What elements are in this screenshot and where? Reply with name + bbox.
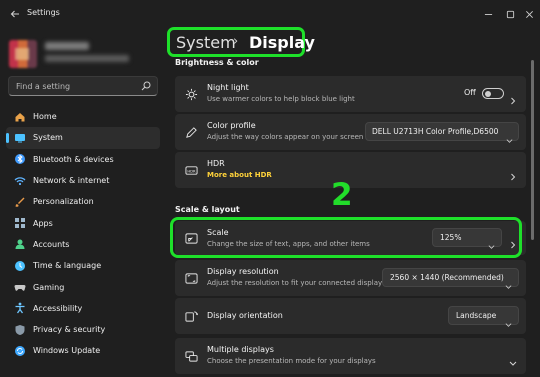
gamepad-icon bbox=[14, 281, 26, 293]
sidebar-item-label: Accessibility bbox=[33, 303, 83, 313]
brush-icon bbox=[14, 196, 26, 208]
sidebar-item-label: Bluetooth & devices bbox=[33, 154, 114, 164]
maximize-icon[interactable] bbox=[502, 6, 518, 22]
wifi-icon bbox=[14, 175, 26, 187]
breadcrumb-system[interactable]: System bbox=[176, 33, 236, 52]
profile-email-redacted bbox=[45, 55, 129, 62]
display-resolution-title: Display resolution bbox=[207, 267, 279, 276]
hdr-icon: HDR bbox=[184, 163, 198, 177]
search-input[interactable]: Find a setting bbox=[16, 82, 70, 91]
sidebar-item-label: Personalization bbox=[33, 197, 94, 207]
color-profile-value: DELL U2713H Color Profile,D6500 bbox=[372, 127, 499, 136]
more-about-hdr-link[interactable]: More about HDR bbox=[207, 171, 272, 179]
shield-icon bbox=[14, 324, 26, 336]
night-light-state: Off bbox=[464, 88, 476, 97]
display-orientation-value: Landscape bbox=[456, 311, 497, 320]
sidebar-item-windows-update[interactable]: Windows Update bbox=[6, 340, 160, 361]
night-light-title: Night light bbox=[207, 83, 249, 92]
sidebar-item-home[interactable]: Home bbox=[6, 106, 160, 127]
accessibility-icon bbox=[14, 302, 26, 314]
svg-text:HDR: HDR bbox=[187, 169, 196, 173]
settings-window: Settings Find a setting Home System Blue… bbox=[0, 0, 540, 377]
step-number-annotation: 2 bbox=[331, 177, 353, 213]
sidebar-item-label: Apps bbox=[33, 218, 53, 228]
multiple-displays-subtitle: Choose the presentation mode for your di… bbox=[207, 357, 376, 365]
search-box[interactable]: Find a setting bbox=[8, 76, 158, 96]
section-brightness-color: Brightness & color bbox=[175, 58, 259, 67]
sidebar-item-label: Home bbox=[33, 112, 57, 122]
section-scale-layout: Scale & layout bbox=[175, 205, 240, 214]
profile-name-redacted bbox=[45, 42, 89, 50]
sidebar-item-personalization[interactable]: Personalization bbox=[6, 191, 160, 212]
home-icon bbox=[14, 111, 26, 123]
sidebar-item-bluetooth[interactable]: Bluetooth & devices bbox=[6, 149, 160, 170]
display-resolution-value: 2560 × 1440 (Recommended) bbox=[390, 273, 504, 282]
display-orientation-dropdown[interactable]: Landscape bbox=[448, 306, 519, 327]
accounts-icon bbox=[14, 238, 26, 250]
sidebar-item-network[interactable]: Network & internet bbox=[6, 170, 160, 191]
chevron-right-icon bbox=[509, 90, 517, 105]
apps-icon bbox=[14, 217, 26, 229]
sidebar-item-label: Windows Update bbox=[33, 346, 101, 356]
sidebar-nav: Home System Bluetooth & devices Network … bbox=[6, 106, 160, 362]
scale-highlight bbox=[170, 217, 522, 258]
breadcrumb-separator: › bbox=[233, 34, 239, 49]
scrollbar[interactable] bbox=[531, 60, 534, 240]
bluetooth-icon bbox=[14, 153, 26, 165]
back-arrow-icon[interactable] bbox=[6, 5, 24, 23]
night-light-card[interactable]: Night light Use warmer colors to help bl… bbox=[175, 76, 526, 112]
chevron-down-icon bbox=[509, 352, 517, 366]
sidebar-item-label: Time & language bbox=[33, 261, 102, 271]
page-title: Display bbox=[249, 33, 315, 52]
search-icon bbox=[141, 81, 151, 91]
chevron-down-icon bbox=[506, 129, 513, 143]
sidebar-item-time-language[interactable]: Time & language bbox=[6, 255, 160, 276]
brightness-icon bbox=[184, 87, 198, 101]
globe-clock-icon bbox=[14, 260, 26, 272]
display-resolution-subtitle: Adjust the resolution to fit your connec… bbox=[207, 279, 383, 287]
update-icon bbox=[14, 345, 26, 357]
color-profile-card[interactable]: Color profile Adjust the way colors appe… bbox=[175, 114, 526, 150]
sidebar-item-accessibility[interactable]: Accessibility bbox=[6, 298, 160, 319]
breadcrumb: System › Display bbox=[167, 27, 315, 57]
chevron-down-icon bbox=[505, 313, 512, 327]
orientation-icon bbox=[184, 309, 198, 323]
display-resolution-card[interactable]: Display resolution Adjust the resolution… bbox=[175, 260, 526, 296]
display-resolution-dropdown[interactable]: 2560 × 1440 (Recommended) bbox=[382, 268, 519, 289]
multiple-displays-card[interactable]: Multiple displays Choose the presentatio… bbox=[175, 338, 526, 374]
sidebar-item-privacy[interactable]: Privacy & security bbox=[6, 319, 160, 340]
sidebar-item-accounts[interactable]: Accounts bbox=[6, 234, 160, 255]
sidebar-item-label: Gaming bbox=[33, 282, 65, 292]
sidebar-item-gaming[interactable]: Gaming bbox=[6, 276, 160, 297]
avatar bbox=[9, 40, 37, 68]
chevron-down-icon bbox=[505, 275, 512, 289]
sidebar-item-label: System bbox=[33, 133, 63, 143]
night-light-subtitle: Use warmer colors to help block blue lig… bbox=[207, 95, 355, 103]
sidebar-item-label: Privacy & security bbox=[33, 325, 106, 335]
color-profile-subtitle: Adjust the way colors appear on your scr… bbox=[207, 133, 364, 141]
sidebar-item-label: Accounts bbox=[33, 239, 70, 249]
color-profile-title: Color profile bbox=[207, 121, 256, 130]
chevron-right-icon bbox=[509, 166, 517, 181]
pen-icon bbox=[184, 125, 198, 139]
sidebar-item-apps[interactable]: Apps bbox=[6, 212, 160, 233]
display-orientation-card[interactable]: Display orientation Landscape bbox=[175, 298, 526, 334]
hdr-title: HDR bbox=[207, 159, 225, 168]
title-bar: Settings bbox=[0, 0, 540, 28]
night-light-toggle[interactable] bbox=[482, 88, 504, 99]
color-profile-dropdown[interactable]: DELL U2713H Color Profile,D6500 bbox=[365, 122, 519, 143]
resolution-icon bbox=[184, 271, 198, 285]
system-icon bbox=[14, 132, 26, 144]
close-icon[interactable] bbox=[521, 6, 537, 22]
display-orientation-title: Display orientation bbox=[207, 311, 283, 320]
minimize-icon[interactable] bbox=[480, 6, 496, 22]
sidebar-item-system[interactable]: System bbox=[6, 127, 160, 149]
app-title: Settings bbox=[27, 8, 60, 17]
multiple-displays-title: Multiple displays bbox=[207, 345, 274, 354]
multiple-displays-icon bbox=[184, 349, 198, 363]
sidebar-item-label: Network & internet bbox=[33, 176, 110, 186]
